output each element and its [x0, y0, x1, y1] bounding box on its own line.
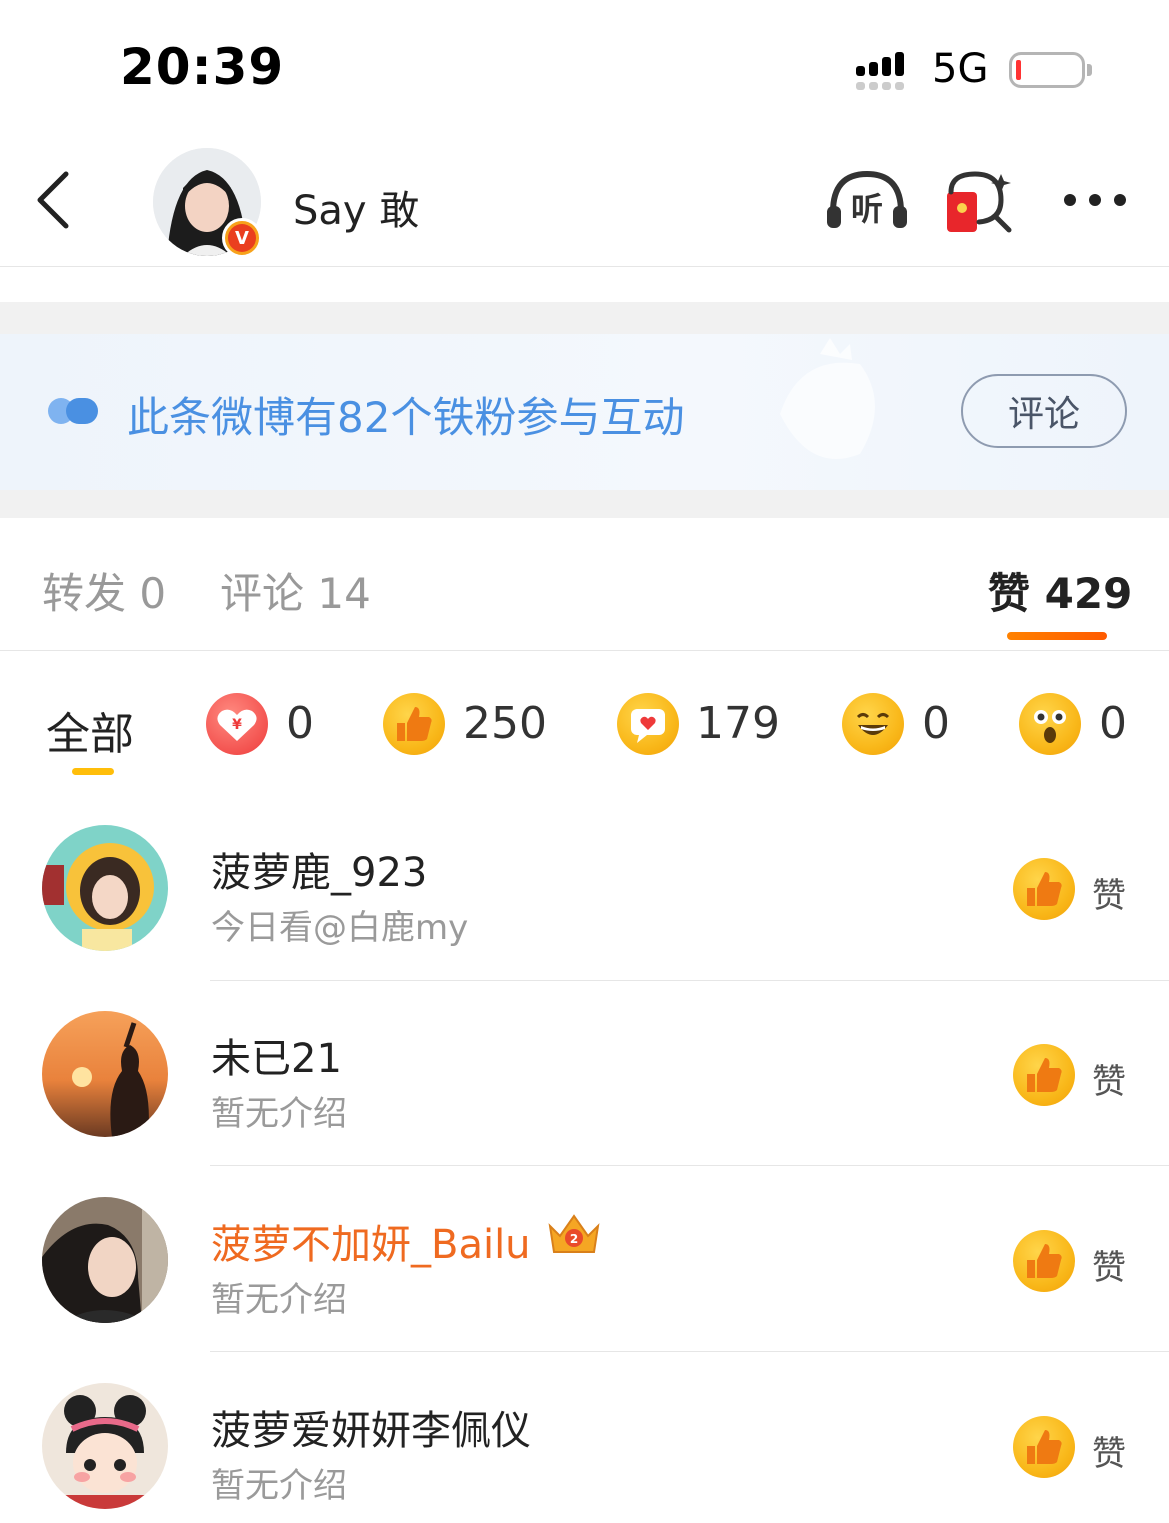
reaction-filter-indicator: [72, 768, 114, 775]
iron-fan-icon: [48, 398, 98, 424]
svg-text:¥: ¥: [232, 717, 242, 733]
tab-forward[interactable]: 转发 0: [42, 560, 166, 621]
heart-bubble-icon[interactable]: [617, 693, 679, 755]
tab-active-indicator: [1007, 632, 1107, 640]
section-spacer: [0, 302, 1169, 334]
liker-description: 暂无介绍: [211, 1280, 347, 1320]
comment-button[interactable]: 评论: [961, 374, 1127, 448]
liker-name[interactable]: 菠萝鹿_923: [211, 840, 427, 898]
liker-like-label: 赞: [1092, 876, 1126, 916]
fan-crown-badge-icon: 2: [548, 1214, 600, 1253]
listen-icon-label: 听: [851, 190, 883, 228]
cellular-signal-icon: [856, 52, 904, 90]
liker-name[interactable]: 未已21: [211, 1026, 342, 1084]
network-type: 5G: [932, 46, 989, 92]
row-divider: [210, 980, 1169, 981]
red-envelope-search-icon[interactable]: [945, 170, 1017, 236]
back-arrow-icon[interactable]: [32, 168, 72, 232]
liker-avatar[interactable]: [42, 1011, 168, 1137]
reaction-count: 179: [696, 698, 780, 749]
fan-interaction-text: 此条微博有82个铁粉参与互动: [127, 393, 685, 442]
liker-description: 暂无介绍: [211, 1094, 347, 1134]
header-divider: [0, 266, 1169, 267]
laughing-face-icon[interactable]: [842, 693, 904, 755]
row-divider: [210, 1351, 1169, 1352]
liker-like-label: 赞: [1092, 1434, 1126, 1474]
liker-avatar[interactable]: [42, 1383, 168, 1509]
reaction-count: 0: [1099, 698, 1127, 749]
red-heart-yuan-icon[interactable]: ¥: [206, 693, 268, 755]
liker-like-label: 赞: [1092, 1248, 1126, 1288]
reaction-count: 0: [922, 698, 950, 749]
reaction-count: 250: [463, 698, 547, 749]
liker-thumbs-up-icon: [1013, 1044, 1075, 1106]
row-divider: [210, 1165, 1169, 1166]
reaction-count: 0: [286, 698, 314, 749]
liker-name[interactable]: 菠萝爱妍妍李佩仪: [211, 1398, 531, 1456]
battery-cap: [1087, 64, 1092, 76]
liker-thumbs-up-icon: [1013, 858, 1075, 920]
status-time: 20:39: [120, 38, 285, 96]
author-name[interactable]: Say 敢: [293, 178, 419, 236]
tab-comment[interactable]: 评论 14: [220, 560, 371, 621]
more-options-icon[interactable]: [1062, 192, 1128, 208]
reaction-filter-all[interactable]: 全部: [46, 698, 134, 762]
banner-decoration-icon: [780, 338, 875, 459]
section-spacer: [0, 490, 1169, 518]
liker-thumbs-up-icon: [1013, 1230, 1075, 1292]
liker-name[interactable]: 菠萝不加妍_Bailu: [211, 1212, 531, 1270]
liker-description: 暂无介绍: [211, 1466, 347, 1506]
svg-text:2: 2: [570, 1232, 578, 1246]
tabs-divider: [0, 650, 1169, 651]
liker-avatar[interactable]: [42, 825, 168, 951]
listen-headphone-button[interactable]: 听: [825, 168, 909, 232]
thumbs-up-icon[interactable]: [383, 693, 445, 755]
verified-v-badge-icon: V: [222, 218, 262, 258]
liker-avatar[interactable]: [42, 1197, 168, 1323]
liker-like-label: 赞: [1092, 1062, 1126, 1102]
tab-like[interactable]: 赞 429: [988, 560, 1132, 621]
liker-thumbs-up-icon: [1013, 1416, 1075, 1478]
surprised-face-icon[interactable]: [1019, 693, 1081, 755]
liker-description: 今日看@白鹿my: [211, 908, 469, 948]
battery-icon: [1009, 52, 1085, 88]
